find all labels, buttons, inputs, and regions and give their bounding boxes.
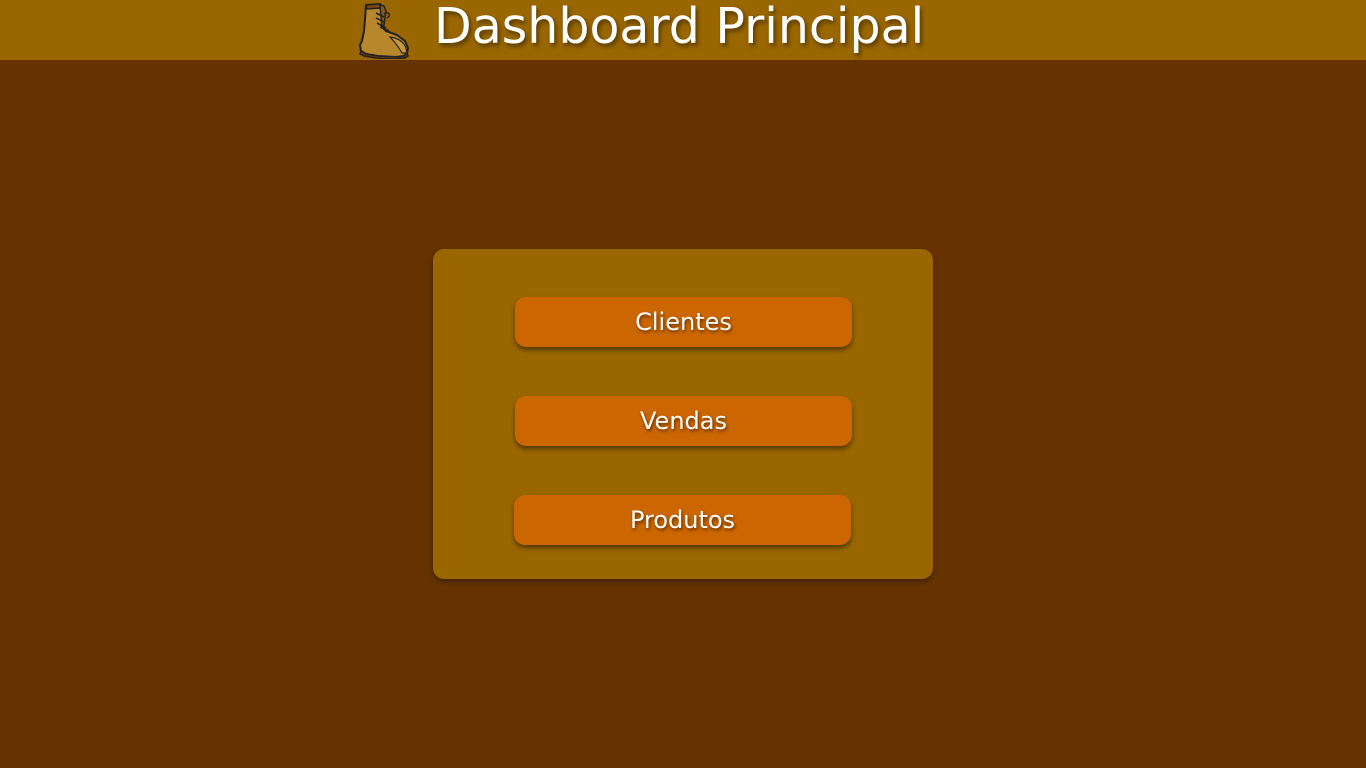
clientes-button[interactable]: Clientes (515, 297, 852, 347)
menu-panel: Clientes Vendas Produtos (433, 249, 933, 579)
brand: Dashboard Principal (356, 0, 924, 60)
produtos-button[interactable]: Produtos (514, 495, 851, 545)
header-bar: Dashboard Principal (0, 0, 1366, 60)
page-title: Dashboard Principal (434, 0, 925, 55)
vendas-button[interactable]: Vendas (515, 396, 852, 446)
boot-icon (359, 3, 409, 59)
